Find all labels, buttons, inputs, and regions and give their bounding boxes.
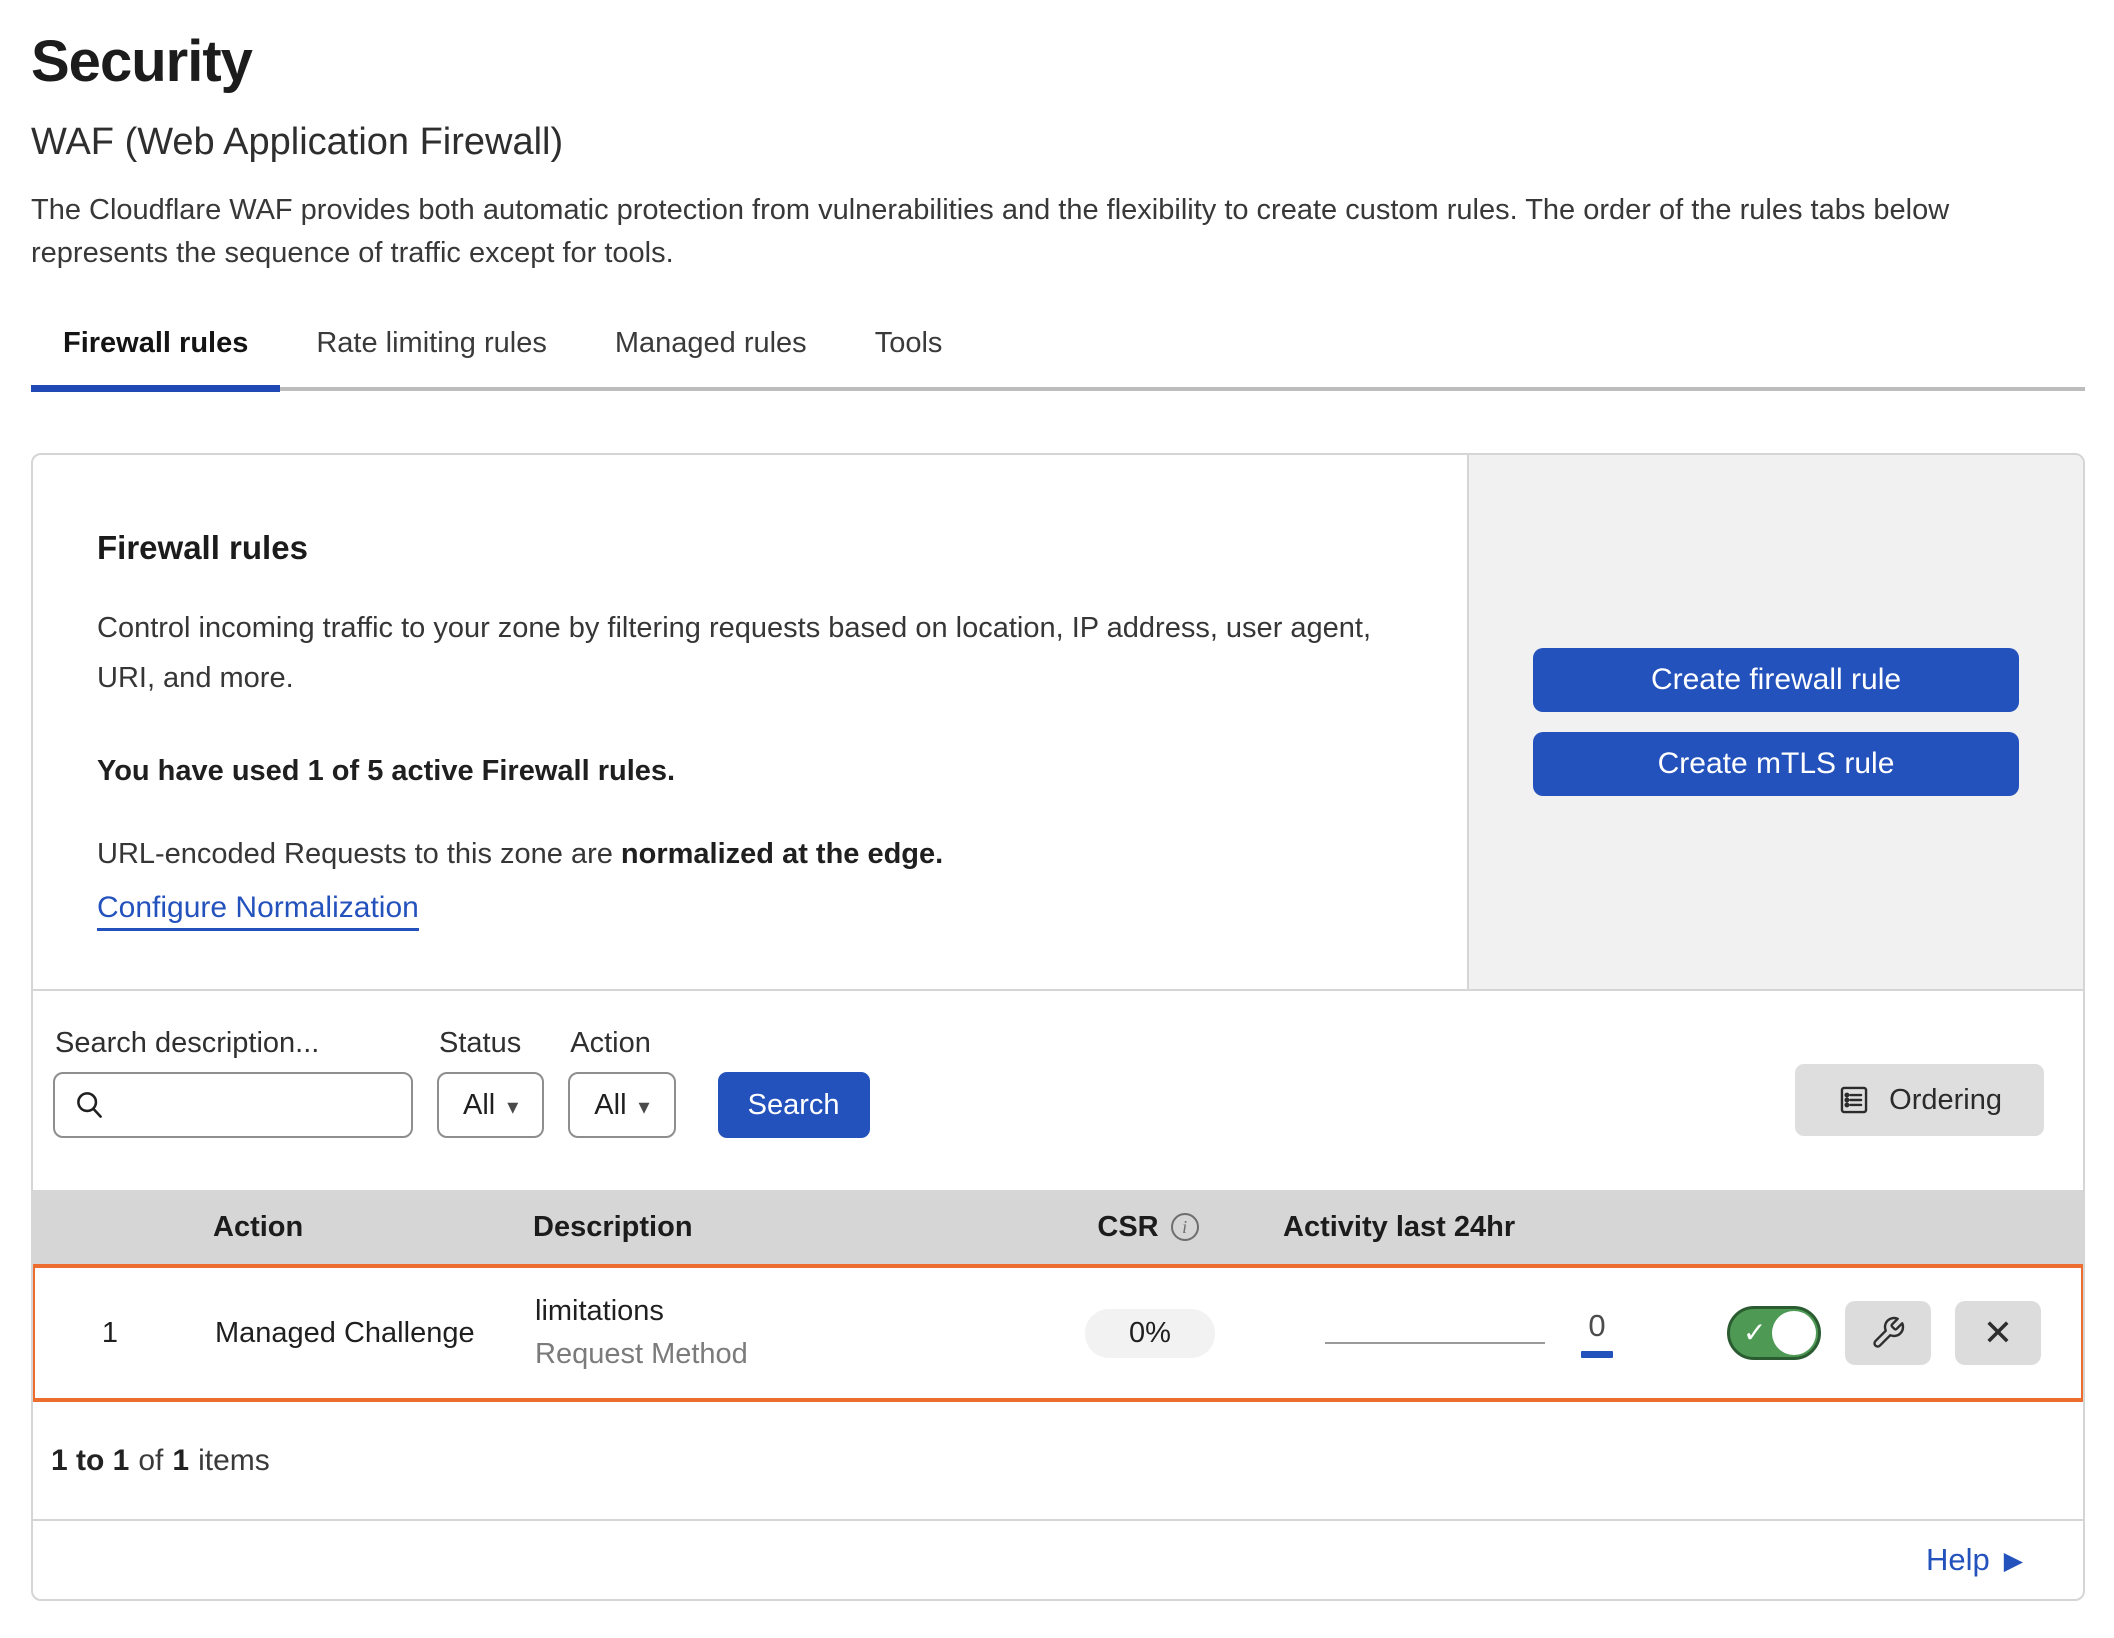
- column-activity: Activity last 24hr: [1253, 1211, 1653, 1244]
- rule-activity-cell: 0: [1255, 1308, 1655, 1358]
- rule-description-cell: limitations Request Method: [505, 1295, 1045, 1371]
- search-group: Search description...: [53, 1027, 413, 1138]
- firewall-rules-card: Firewall rules Control incoming traffic …: [31, 453, 2085, 1601]
- pagination-summary: 1 to 1 of 1 items: [33, 1402, 2083, 1519]
- usage-summary: You have used 1 of 5 active Firewall rul…: [97, 755, 1407, 788]
- ordering-list-icon: [1837, 1083, 1871, 1117]
- check-icon: ✓: [1743, 1316, 1766, 1349]
- configure-normalization-link[interactable]: Configure Normalization: [97, 891, 419, 931]
- rule-enabled-toggle[interactable]: ✓: [1727, 1306, 1821, 1360]
- help-arrow-icon[interactable]: ▶: [2004, 1546, 2023, 1576]
- ordering-button[interactable]: Ordering: [1795, 1064, 2044, 1136]
- table-row[interactable]: 1 Managed Challenge limitations Request …: [31, 1264, 2085, 1402]
- action-dropdown-value: All: [594, 1089, 626, 1122]
- chevron-down-icon: ▾: [507, 1094, 518, 1120]
- help-row: Help ▶: [33, 1519, 2083, 1599]
- toggle-knob: [1772, 1311, 1816, 1355]
- section-heading: Firewall rules: [97, 529, 1407, 567]
- pagination-of: of: [138, 1444, 163, 1478]
- status-dropdown-value: All: [463, 1089, 495, 1122]
- wrench-icon: [1870, 1315, 1906, 1351]
- rule-controls: ✓ ✕: [1655, 1301, 2081, 1365]
- activity-count: 0: [1588, 1308, 1605, 1344]
- column-description: Description: [503, 1211, 1043, 1244]
- search-box[interactable]: [53, 1072, 413, 1138]
- normalization-note-bold: normalized at the edge.: [621, 838, 943, 870]
- tab-tools[interactable]: Tools: [843, 321, 975, 387]
- normalization-note-text: URL-encoded Requests to this zone are: [97, 838, 621, 870]
- csr-badge: 0%: [1085, 1309, 1215, 1358]
- status-filter-group: Status All ▾: [437, 1027, 544, 1138]
- rules-filter-bar: Search description... Status All ▾: [33, 989, 2083, 1190]
- action-filter-group: Action All ▾: [568, 1027, 675, 1138]
- rule-csr-cell: 0%: [1045, 1309, 1255, 1358]
- status-dropdown[interactable]: All ▾: [437, 1072, 544, 1138]
- rule-action: Managed Challenge: [185, 1317, 505, 1350]
- search-input[interactable]: [117, 1089, 411, 1122]
- column-csr: CSR i: [1043, 1211, 1253, 1244]
- tab-managed-rules[interactable]: Managed rules: [583, 321, 839, 387]
- page-subtitle: WAF (Web Application Firewall): [31, 121, 2085, 164]
- normalization-note: URL-encoded Requests to this zone are no…: [97, 838, 1407, 871]
- info-icon[interactable]: i: [1171, 1213, 1199, 1241]
- search-icon: [73, 1088, 107, 1122]
- rules-table-header: Action Description CSR i Activity last 2…: [33, 1190, 2083, 1264]
- search-label: Search description...: [53, 1027, 413, 1060]
- delete-rule-button[interactable]: ✕: [1955, 1301, 2041, 1365]
- pagination-items: items: [198, 1444, 270, 1478]
- page-description: The Cloudflare WAF provides both automat…: [31, 189, 2061, 275]
- rule-expression: Request Method: [535, 1338, 1045, 1371]
- activity-sparkline: [1325, 1342, 1545, 1344]
- action-dropdown[interactable]: All ▾: [568, 1072, 675, 1138]
- card-top-section: Firewall rules Control incoming traffic …: [33, 455, 2083, 989]
- help-link[interactable]: Help: [1926, 1542, 1990, 1578]
- rule-priority: 1: [35, 1317, 185, 1350]
- column-action: Action: [183, 1211, 503, 1244]
- create-mtls-rule-button[interactable]: Create mTLS rule: [1533, 732, 2019, 796]
- activity-count-link[interactable]: 0: [1581, 1308, 1613, 1358]
- rule-description: limitations: [535, 1295, 1045, 1328]
- tab-rate-limiting-rules[interactable]: Rate limiting rules: [284, 321, 578, 387]
- action-label: Action: [568, 1027, 675, 1060]
- edit-rule-button[interactable]: [1845, 1301, 1931, 1365]
- status-label: Status: [437, 1027, 544, 1060]
- page-title: Security: [31, 28, 2085, 95]
- column-csr-label: CSR: [1097, 1211, 1158, 1244]
- tab-firewall-rules[interactable]: Firewall rules: [31, 321, 280, 387]
- security-waf-page: Security WAF (Web Application Firewall) …: [0, 0, 2114, 1601]
- chevron-down-icon: ▾: [639, 1094, 650, 1120]
- waf-tab-bar: Firewall rules Rate limiting rules Manag…: [31, 321, 2085, 391]
- search-button[interactable]: Search: [718, 1072, 870, 1138]
- pagination-total: 1: [172, 1444, 189, 1478]
- section-description: Control incoming traffic to your zone by…: [97, 603, 1377, 703]
- close-icon: ✕: [1983, 1312, 2013, 1354]
- pagination-range: 1 to 1: [51, 1444, 129, 1478]
- ordering-button-label: Ordering: [1889, 1084, 2002, 1117]
- activity-count-underline: [1581, 1351, 1613, 1358]
- create-rule-panel: Create firewall rule Create mTLS rule: [1467, 455, 2083, 989]
- firewall-rules-info: Firewall rules Control incoming traffic …: [33, 455, 1467, 989]
- create-firewall-rule-button[interactable]: Create firewall rule: [1533, 648, 2019, 712]
